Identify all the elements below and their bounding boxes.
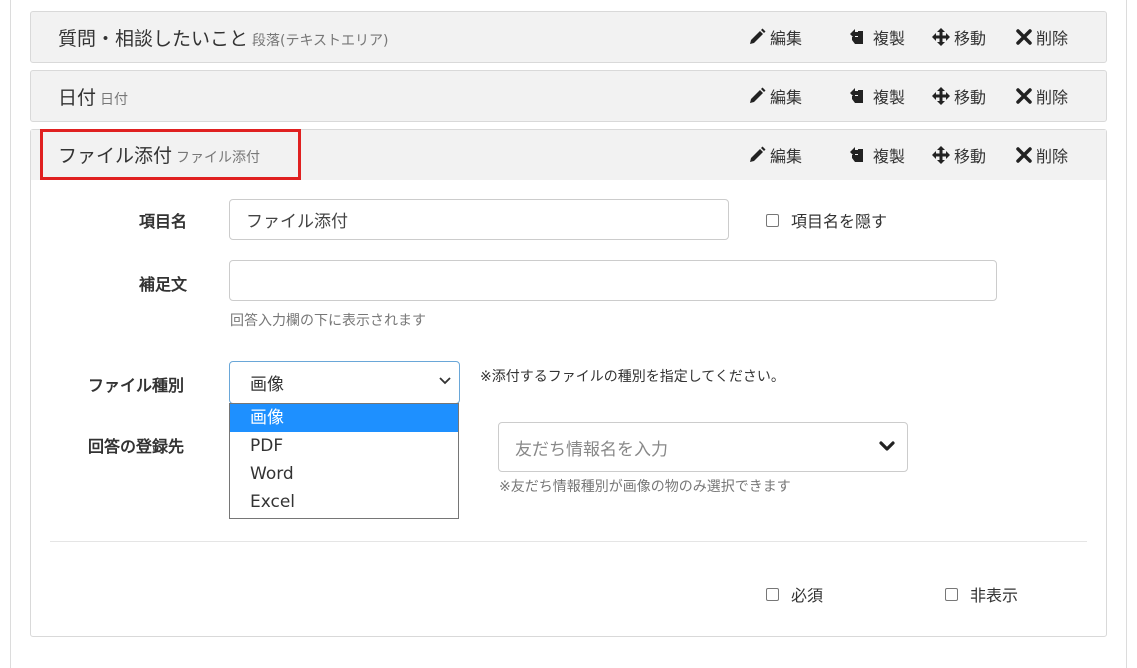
edit-label: 編集 (770, 29, 803, 48)
edit-button[interactable]: 編集 (748, 71, 802, 121)
field-block-date: 日付 日付 編集 複製 移動 削除 (30, 70, 1107, 122)
pencil-icon (750, 28, 766, 44)
move-button[interactable]: 移動 (932, 71, 986, 121)
file-type-label: ファイル種別 (88, 376, 185, 395)
edit-button[interactable]: 編集 (748, 130, 802, 180)
duplicate-label: 複製 (873, 29, 906, 48)
move-button[interactable]: 移動 (932, 12, 986, 62)
field-block-header[interactable]: 質問・相談したいこと 段落(テキストエリア) 編集 複製 移動 削除 (31, 12, 1106, 62)
highlight-annotation-box (40, 129, 301, 180)
answer-destination-label: 回答の登録先 (88, 437, 185, 456)
file-type-option-word[interactable]: Word (230, 460, 458, 488)
chevron-down-icon (879, 441, 895, 451)
chevron-down-icon (439, 377, 451, 385)
move-label: 移動 (954, 147, 987, 166)
hide-item-name-label: 項目名を隠す (791, 212, 888, 231)
friend-info-placeholder: 友だち情報名を入力 (515, 439, 668, 460)
checkbox-box[interactable] (766, 587, 779, 601)
duplicate-label: 複製 (873, 147, 906, 166)
required-checkbox[interactable]: 必須 (766, 582, 823, 606)
pencil-icon (750, 146, 766, 162)
move-arrows-icon (932, 87, 950, 105)
hide-item-name-checkbox[interactable]: 項目名を隠す (766, 208, 887, 232)
supplement-label: 補足文 (139, 275, 188, 294)
file-type-selected-value: 画像 (250, 375, 284, 395)
required-label: 必須 (791, 586, 824, 605)
delete-label: 削除 (1036, 29, 1069, 48)
friend-info-select[interactable]: 友だち情報名を入力 (498, 422, 908, 472)
hidden-checkbox[interactable]: 非表示 (945, 582, 1018, 606)
move-arrows-icon (932, 146, 950, 164)
move-arrows-icon (932, 28, 950, 46)
file-type-select[interactable]: 画像 (229, 361, 460, 404)
move-button[interactable]: 移動 (932, 130, 986, 180)
duplicate-label: 複製 (873, 88, 906, 107)
move-label: 移動 (954, 88, 987, 107)
field-title-text: 質問・相談したいこと (58, 28, 249, 50)
duplicate-icon (850, 147, 863, 162)
friend-info-note: ※友だち情報種別が画像の物のみ選択できます (499, 479, 791, 495)
file-type-dropdown-list: 画像 PDF Word Excel (229, 403, 459, 519)
item-name-label: 項目名 (139, 212, 188, 231)
edit-label: 編集 (770, 88, 803, 107)
duplicate-icon (850, 29, 863, 44)
field-type-subtitle: 段落(テキストエリア) (252, 33, 389, 49)
item-name-input[interactable]: ファイル添付 (229, 199, 729, 240)
hidden-label: 非表示 (970, 586, 1019, 605)
field-title: 質問・相談したいこと 段落(テキストエリア) (58, 24, 389, 51)
field-title: 日付 日付 (58, 83, 128, 110)
edit-label: 編集 (770, 147, 803, 166)
x-icon (1016, 147, 1032, 163)
checkbox-box[interactable] (945, 587, 958, 601)
move-label: 移動 (954, 29, 987, 48)
file-type-note: ※添付するファイルの種別を指定してください。 (480, 369, 785, 385)
file-type-option-image[interactable]: 画像 (230, 404, 458, 432)
duplicate-button[interactable]: 複製 (849, 12, 905, 62)
x-icon (1016, 88, 1032, 104)
delete-button[interactable]: 削除 (1016, 12, 1068, 62)
duplicate-icon (850, 88, 863, 103)
pencil-icon (750, 87, 766, 103)
delete-button[interactable]: 削除 (1016, 71, 1068, 121)
delete-label: 削除 (1036, 147, 1069, 166)
section-divider (50, 541, 1087, 542)
supplement-help-text: 回答入力欄の下に表示されます (230, 313, 426, 329)
field-type-subtitle: 日付 (100, 92, 129, 108)
checkbox-box[interactable] (766, 213, 779, 227)
edit-button[interactable]: 編集 (748, 12, 802, 62)
field-title-text: 日付 (58, 87, 97, 109)
delete-button[interactable]: 削除 (1016, 130, 1068, 180)
file-type-option-pdf[interactable]: PDF (230, 432, 458, 460)
file-type-option-excel[interactable]: Excel (230, 488, 458, 516)
field-block-question: 質問・相談したいこと 段落(テキストエリア) 編集 複製 移動 削除 (30, 11, 1107, 63)
duplicate-button[interactable]: 複製 (849, 130, 905, 180)
delete-label: 削除 (1036, 88, 1069, 107)
supplement-input[interactable] (229, 260, 997, 301)
field-block-header[interactable]: 日付 日付 編集 複製 移動 削除 (31, 71, 1106, 121)
duplicate-button[interactable]: 複製 (849, 71, 905, 121)
x-icon (1016, 29, 1032, 45)
